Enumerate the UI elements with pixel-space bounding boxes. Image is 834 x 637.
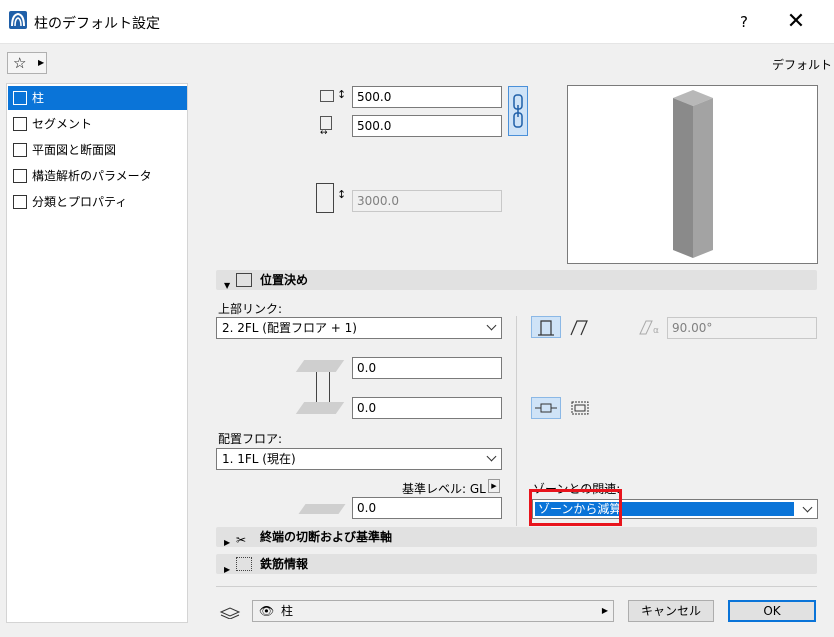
reinforcement-section-header[interactable]: ▶ 鉄筋情報 xyxy=(216,554,817,574)
reference-plane-icon xyxy=(298,504,346,514)
positioning-icon xyxy=(236,273,252,287)
sidebar-item-segment[interactable]: セグメント xyxy=(8,112,187,136)
depth-arrow-icon: ↔ xyxy=(320,128,328,138)
sidebar-item-label: 分類とプロパティ xyxy=(32,195,128,209)
dropdown-value: 柱 xyxy=(281,604,294,618)
reference-offset-field[interactable]: 0.0 xyxy=(352,497,502,519)
star-icon: ☆ xyxy=(13,54,27,72)
sidebar-item-label: 構造解析のパラメータ xyxy=(32,169,152,183)
dropdown-value: 1. 1FL (現在) xyxy=(222,452,296,466)
layer-icon xyxy=(218,603,242,620)
column-icon xyxy=(13,91,27,105)
sidebar-item-label: 平面図と断面図 xyxy=(32,143,117,157)
chevron-down-icon xyxy=(802,502,813,513)
positioning-section-header[interactable]: ▼ 位置決め xyxy=(216,270,817,290)
width-field[interactable]: 500.0 xyxy=(352,86,502,108)
column-3d-preview xyxy=(567,85,818,264)
top-offset-field[interactable]: 0.0 xyxy=(352,357,502,379)
title-bar: 柱のデフォルト設定 ? ✕ xyxy=(0,0,834,44)
ok-button[interactable]: OK xyxy=(728,600,816,622)
close-button[interactable]: ✕ xyxy=(782,9,810,35)
cancel-button[interactable]: キャンセル xyxy=(628,600,714,622)
chevron-down-icon xyxy=(486,451,497,462)
section-title: 位置決め xyxy=(260,273,309,287)
app-icon xyxy=(9,11,27,29)
scissors-icon: ✂ xyxy=(236,533,247,547)
relation-core-button[interactable] xyxy=(531,397,561,419)
footer-divider xyxy=(216,586,817,587)
width-arrow-icon: ↕ xyxy=(337,88,347,101)
chevron-down-icon xyxy=(486,320,497,331)
width-icon xyxy=(320,90,334,102)
help-button[interactable]: ? xyxy=(732,10,756,34)
slanted-column-button[interactable] xyxy=(565,316,595,338)
structure-icon xyxy=(13,169,27,183)
reference-level-label: 基準レベル: GL xyxy=(402,482,486,496)
top-link-dropdown[interactable]: 2. 2FL (配置フロア + 1) xyxy=(216,317,502,339)
section-title: 鉄筋情報 xyxy=(260,557,309,571)
layer-dropdown[interactable]: 👁 柱 ▶ xyxy=(252,600,614,622)
collapse-triangle-icon: ▼ xyxy=(224,281,231,290)
default-label: デフォルト xyxy=(772,58,833,72)
svg-text:α: α xyxy=(653,326,659,335)
expand-triangle-icon: ▶ xyxy=(224,565,231,574)
floorplan-icon xyxy=(13,143,27,157)
favorites-button[interactable]: ☆ ▶ xyxy=(7,52,47,74)
slant-angle-icon: α xyxy=(638,319,662,336)
sidebar-item-label: 柱 xyxy=(32,91,45,105)
sidebar-item-label: セグメント xyxy=(32,117,93,131)
top-plane-icon xyxy=(295,360,345,372)
window-title: 柱のデフォルト設定 xyxy=(34,16,160,32)
height-arrow-icon: ↕ xyxy=(337,188,347,201)
play-arrow-icon: ▶ xyxy=(38,58,45,67)
reinforcement-icon xyxy=(236,557,252,571)
depth-field[interactable]: 500.0 xyxy=(352,115,502,137)
chain-link-icon xyxy=(513,94,523,128)
expand-triangle-icon: ▶ xyxy=(224,538,231,547)
relation-veneer-button[interactable] xyxy=(565,397,595,419)
end-cuts-section-header[interactable]: ▶ ✂ 終端の切断および基準軸 xyxy=(216,527,817,547)
sidebar-item-floorplan[interactable]: 平面図と断面図 xyxy=(8,138,187,162)
link-dimensions-button[interactable] xyxy=(508,86,528,136)
height-icon xyxy=(316,183,334,213)
play-arrow-icon: ▶ xyxy=(601,606,608,615)
segment-icon xyxy=(13,117,27,131)
dropdown-value: 2. 2FL (配置フロア + 1) xyxy=(222,321,357,335)
sidebar-item-structure[interactable]: 構造解析のパラメータ xyxy=(8,164,187,188)
slant-angle-field: 90.00° xyxy=(667,317,817,339)
bottom-offset-field[interactable]: 0.0 xyxy=(352,397,502,419)
sidebar-item-column[interactable]: 柱 xyxy=(8,86,187,110)
highlight-box xyxy=(529,489,622,526)
content-scrollbar[interactable] xyxy=(196,83,208,623)
home-story-label: 配置フロア: xyxy=(218,432,283,446)
vertical-column-button[interactable] xyxy=(531,316,561,338)
bottom-plane-icon xyxy=(295,402,345,414)
top-link-label: 上部リンク: xyxy=(218,302,283,316)
reference-level-button[interactable]: ▶ xyxy=(488,479,500,493)
classification-icon xyxy=(13,195,27,209)
settings-sidebar: 柱 セグメント 平面図と断面図 構造解析のパラメータ 分類とプロパティ xyxy=(6,83,188,623)
vertical-divider xyxy=(516,316,517,526)
height-field: 3000.0 xyxy=(352,190,502,212)
section-title: 終端の切断および基準軸 xyxy=(260,530,393,544)
home-story-dropdown[interactable]: 1. 1FL (現在) xyxy=(216,448,502,470)
sidebar-item-classification[interactable]: 分類とプロパティ xyxy=(8,190,187,214)
eye-icon: 👁 xyxy=(259,604,275,618)
